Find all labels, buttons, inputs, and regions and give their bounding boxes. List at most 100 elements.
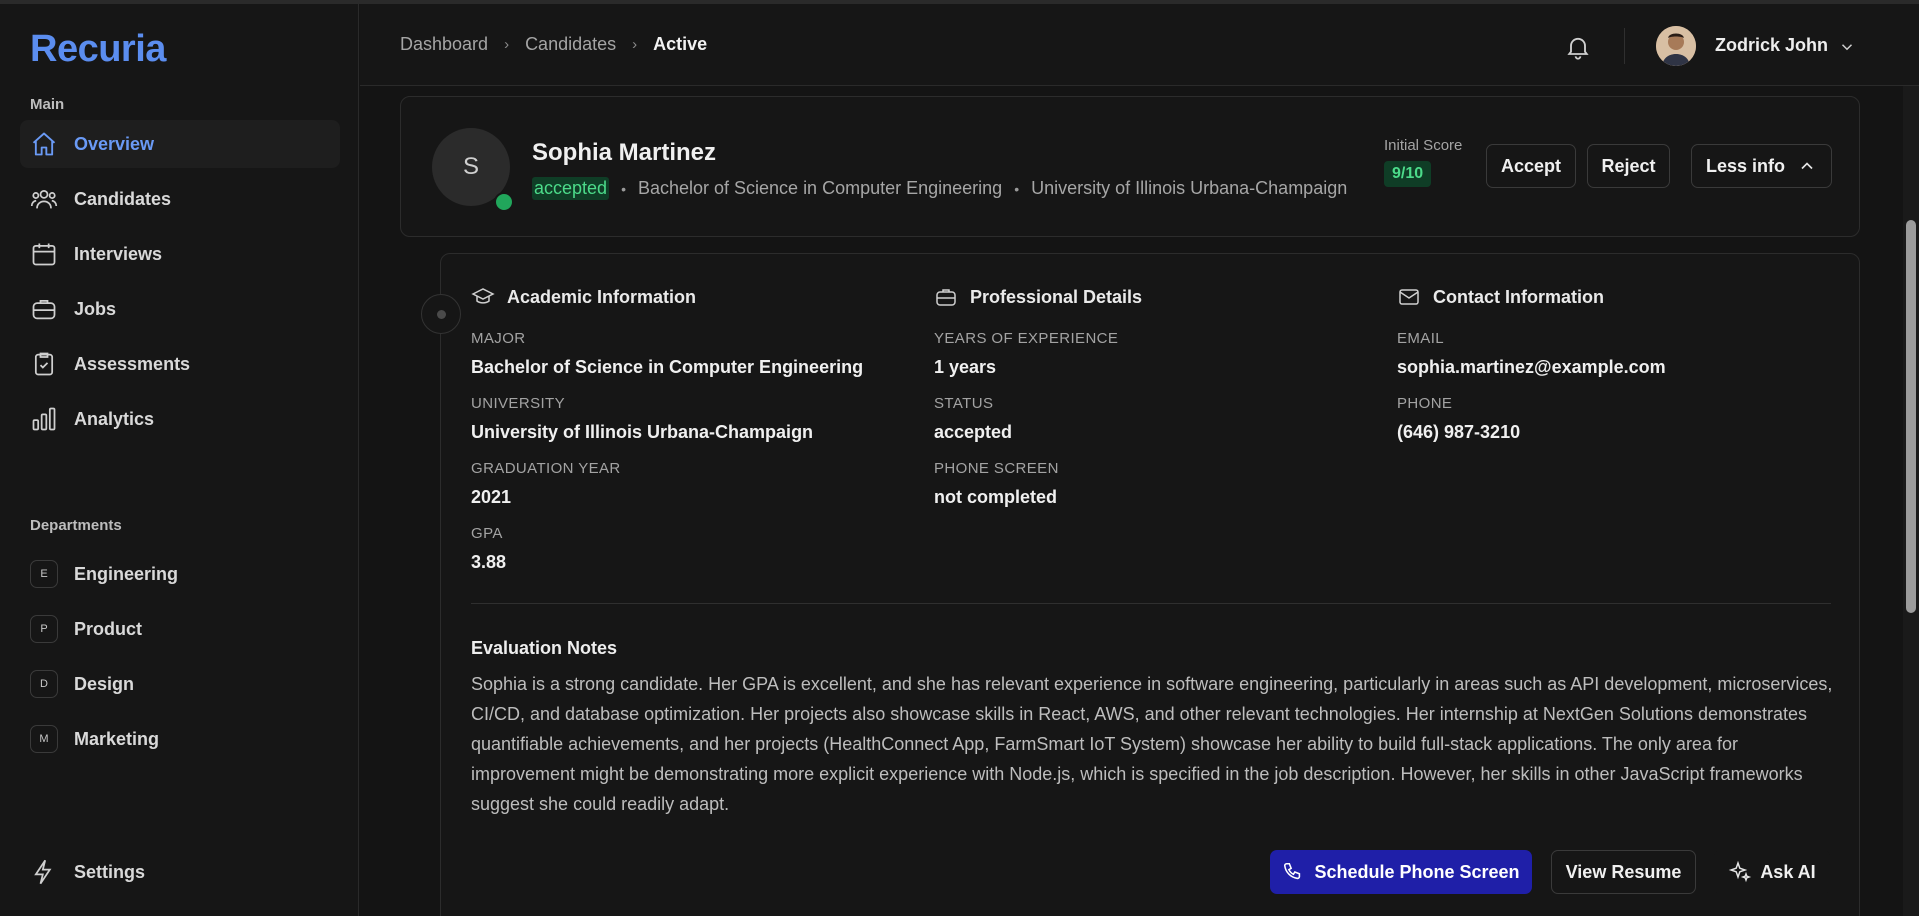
chevron-down-icon[interactable] — [1838, 38, 1856, 56]
university-value: University of Illinois Urbana-Champaign — [471, 422, 814, 442]
status-value: accepted — [934, 422, 1013, 442]
academic-info-title: Academic Information — [507, 286, 697, 307]
view-resume-button[interactable]: View Resume — [1551, 850, 1696, 894]
graduation-year-label: GRADUATION YEAR — [471, 460, 621, 477]
schedule-phone-screen-button[interactable]: Schedule Phone Screen — [1270, 850, 1532, 894]
score-badge: 9/10 — [1384, 161, 1432, 187]
sidebar-item-label: Settings — [74, 861, 146, 882]
university-label: UNIVERSITY — [471, 395, 566, 412]
phone-label: PHONE — [1397, 395, 1453, 412]
briefcase-icon — [936, 289, 956, 306]
user-name[interactable]: Zodrick John — [1715, 35, 1828, 56]
sidebar-item-label: Interviews — [74, 243, 163, 264]
home-icon — [30, 130, 58, 158]
candidate-meta: accepted • Bachelor of Science in Comput… — [532, 177, 1347, 200]
experience-label: YEARS OF EXPERIENCE — [934, 330, 1119, 347]
breadcrumb-candidates[interactable]: Candidates — [525, 34, 616, 55]
sidebar-item-assessments[interactable]: Assessments — [20, 340, 340, 388]
less-info-button[interactable]: Less info — [1691, 144, 1832, 188]
sidebar-item-settings[interactable]: Settings — [20, 848, 340, 896]
less-info-label: Less info — [1705, 155, 1785, 176]
breadcrumb-active: Active — [653, 34, 708, 54]
sidebar-item-design[interactable]: D Design — [20, 660, 340, 708]
chevron-right-icon: › — [632, 36, 638, 53]
sidebar-item-label: Assessments — [74, 353, 191, 374]
email-label: EMAIL — [1397, 330, 1445, 347]
department-badge: M — [30, 725, 58, 753]
sidebar-item-label: Overview — [74, 133, 155, 154]
sidebar-item-interviews[interactable]: Interviews — [20, 230, 340, 278]
graduation-cap-icon — [471, 288, 495, 304]
users-icon — [30, 185, 58, 213]
department-badge: D — [30, 670, 58, 698]
section-divider — [471, 603, 1831, 604]
bullet-separator: • — [621, 180, 626, 197]
ask-ai-label: Ask AI — [1760, 861, 1816, 882]
sidebar-item-marketing[interactable]: M Marketing — [20, 715, 340, 763]
sidebar-item-label: Jobs — [74, 298, 117, 319]
sidebar-item-label: Marketing — [74, 728, 160, 749]
candidate-university: University of Illinois Urbana-Champaign — [1031, 178, 1348, 198]
sidebar-item-label: Product — [74, 618, 143, 639]
main-section-label: Main — [30, 96, 65, 113]
bar-chart-icon — [30, 405, 58, 433]
accept-button[interactable]: Accept — [1486, 144, 1576, 188]
candidate-name: Sophia Martinez — [532, 139, 717, 166]
timeline-marker — [421, 294, 461, 334]
sparkles-icon — [1729, 860, 1752, 883]
sidebar: Recuria Main Overview Candidates Intervi… — [0, 4, 359, 916]
chevron-up-icon — [1801, 162, 1813, 170]
sidebar-item-engineering[interactable]: E Engineering — [20, 550, 340, 598]
academic-info-heading: Academic Information — [471, 285, 696, 309]
professional-details-heading: Professional Details — [934, 285, 1142, 309]
breadcrumb: Dashboard › Candidates › Active — [400, 34, 707, 55]
score-label: Initial Score — [1384, 137, 1463, 154]
gpa-value: 3.88 — [471, 552, 507, 572]
sidebar-item-product[interactable]: P Product — [20, 605, 340, 653]
sidebar-item-overview[interactable]: Overview — [20, 120, 340, 168]
breadcrumb-dashboard[interactable]: Dashboard — [400, 34, 488, 55]
gpa-label: GPA — [471, 525, 503, 542]
candidate-degree: Bachelor of Science in Computer Engineer… — [637, 178, 1003, 198]
ask-ai-button[interactable]: Ask AI — [1714, 850, 1830, 894]
departments-section-label: Departments — [30, 517, 122, 534]
top-header: Dashboard › Candidates › Active Zodrick … — [360, 4, 1919, 86]
email-value[interactable]: sophia.martinez@example.com — [1397, 357, 1666, 378]
contact-info-title: Contact Information — [1433, 286, 1604, 307]
status-badge: accepted — [532, 177, 610, 200]
schedule-phone-screen-label: Schedule Phone Screen — [1314, 861, 1520, 882]
bell-icon[interactable] — [1564, 33, 1592, 61]
clipboard-check-icon — [30, 350, 58, 378]
mail-icon — [1399, 289, 1419, 305]
phone-icon — [1284, 862, 1301, 880]
professional-details-title: Professional Details — [970, 286, 1143, 307]
candidate-card: S Sophia Martinez accepted • Bachelor of… — [400, 96, 1860, 237]
evaluation-notes-body: Sophia is a strong candidate. Her GPA is… — [471, 674, 1833, 814]
phone-screen-value: not completed — [934, 487, 1058, 507]
major-value: Bachelor of Science in Computer Engineer… — [471, 357, 864, 377]
sidebar-item-label: Candidates — [74, 188, 172, 209]
header-divider — [1624, 28, 1625, 64]
sidebar-item-label: Engineering — [74, 563, 179, 584]
app-logo[interactable]: Recuria — [30, 28, 166, 71]
sidebar-item-analytics[interactable]: Analytics — [20, 395, 340, 443]
chevron-right-icon: › — [504, 36, 510, 53]
bullet-separator: • — [1014, 180, 1020, 197]
sidebar-item-label: Design — [74, 673, 135, 694]
avatar[interactable] — [1656, 26, 1696, 66]
department-badge: P — [30, 615, 58, 643]
scrollbar-thumb[interactable] — [1906, 220, 1916, 613]
status-label: STATUS — [934, 395, 994, 412]
phone-value[interactable]: (646) 987-3210 — [1397, 422, 1520, 443]
contact-info-heading: Contact Information — [1397, 285, 1604, 309]
major-label: MAJOR — [471, 330, 526, 347]
calendar-icon — [30, 240, 58, 268]
sidebar-item-jobs[interactable]: Jobs — [20, 285, 340, 333]
online-status-indicator — [494, 192, 514, 212]
sidebar-item-candidates[interactable]: Candidates — [20, 175, 340, 223]
sidebar-item-label: Analytics — [74, 408, 155, 429]
reject-button[interactable]: Reject — [1587, 144, 1670, 188]
experience-value: 1 years — [934, 357, 997, 377]
briefcase-icon — [30, 295, 58, 323]
graduation-year-value: 2021 — [471, 487, 512, 507]
